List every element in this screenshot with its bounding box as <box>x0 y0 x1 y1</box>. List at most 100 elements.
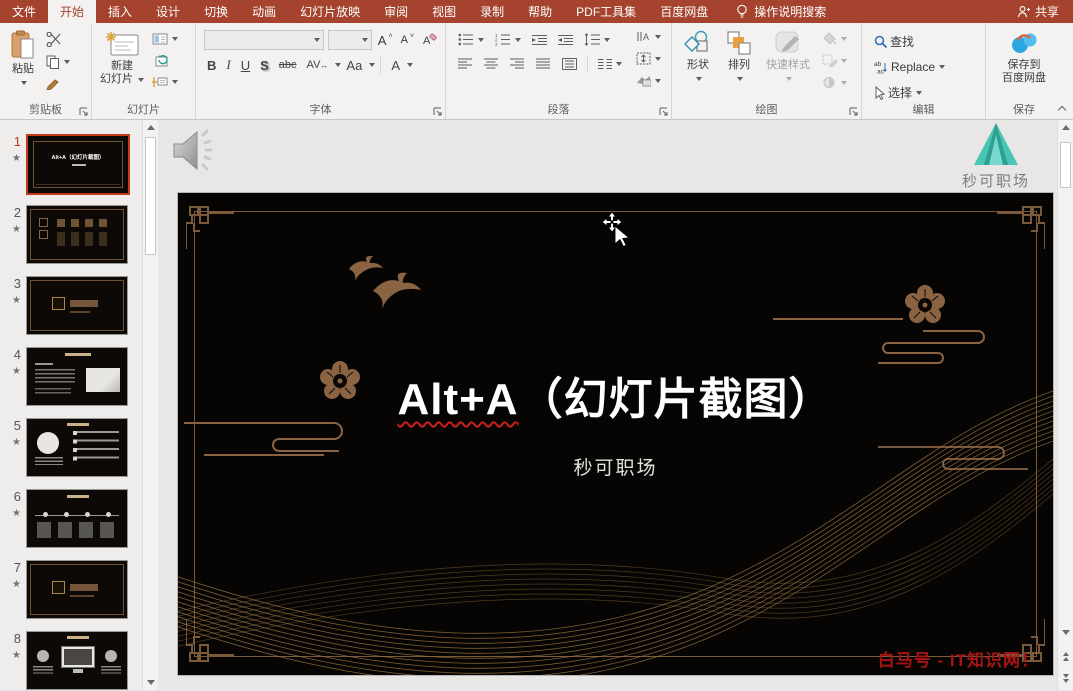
change-case-button[interactable]: Aa <box>341 57 367 74</box>
paragraph-dialog-launcher[interactable] <box>659 107 668 116</box>
scroll-up-button[interactable] <box>1058 120 1073 135</box>
previous-slide-button[interactable] <box>1058 649 1073 664</box>
slide-thumbnail-3[interactable]: 3★ <box>0 276 142 347</box>
text-shadow-button[interactable]: S <box>255 57 274 74</box>
thumbnail-preview[interactable] <box>26 489 128 548</box>
thumbnail-scroll-down-button[interactable] <box>143 675 159 690</box>
copy-button[interactable] <box>44 53 72 71</box>
tab-animations[interactable]: 动画 <box>240 0 288 23</box>
save-to-baidu-netdisk-button[interactable]: 保存到百度网盘 <box>986 27 1062 88</box>
columns-button[interactable] <box>596 56 624 72</box>
scroll-down-button[interactable] <box>1058 625 1073 640</box>
font-color-button[interactable]: A <box>386 57 405 74</box>
paste-dropdown-icon[interactable] <box>21 81 27 85</box>
font-name-select[interactable] <box>204 30 324 50</box>
thumbnail-preview[interactable] <box>26 418 128 477</box>
tab-record[interactable]: 录制 <box>468 0 516 23</box>
scroll-thumb[interactable] <box>1060 142 1071 188</box>
tab-home[interactable]: 开始 <box>48 0 96 23</box>
decrease-indent-button[interactable] <box>530 32 549 48</box>
clipboard-dialog-launcher[interactable] <box>79 107 88 116</box>
tab-view[interactable]: 视图 <box>420 0 468 23</box>
tab-help[interactable]: 帮助 <box>516 0 564 23</box>
numbering-button[interactable]: 123 <box>493 31 523 48</box>
italic-button[interactable]: I <box>221 56 235 74</box>
slide-editing-area[interactable]: Alt+A（幻灯片截图） 秒可职场 白马号 - IT知识网！ <box>178 193 1053 675</box>
decrease-font-size-button[interactable]: A˅ <box>399 32 416 48</box>
share-button[interactable]: 共享 <box>1003 0 1073 23</box>
format-painter-button[interactable] <box>44 75 72 92</box>
thumbnail-preview[interactable] <box>26 631 128 690</box>
cut-button[interactable] <box>44 30 72 49</box>
font-color-dropdown-icon[interactable] <box>407 63 413 67</box>
shapes-dropdown-icon[interactable] <box>696 77 702 81</box>
bullets-button[interactable] <box>456 31 486 48</box>
increase-indent-button[interactable] <box>556 32 575 48</box>
tab-transitions[interactable]: 切换 <box>192 0 240 23</box>
tell-me-search[interactable]: 操作说明搜索 <box>736 0 826 23</box>
slide-thumbnail-6[interactable]: 6★ <box>0 489 142 560</box>
bold-button[interactable]: B <box>202 57 221 74</box>
tab-review[interactable]: 审阅 <box>372 0 420 23</box>
align-center-button[interactable] <box>482 56 500 72</box>
justify-button[interactable] <box>534 56 552 72</box>
tab-baidu-netdisk[interactable]: 百度网盘 <box>648 0 720 23</box>
thumbnail-preview[interactable] <box>26 205 128 264</box>
align-right-button[interactable] <box>508 56 526 72</box>
distribute-text-button[interactable] <box>560 56 579 72</box>
slide-thumbnail-4[interactable]: 4★ <box>0 347 142 418</box>
replace-button[interactable]: abac Replace <box>872 58 985 76</box>
character-spacing-button[interactable]: AV↔ <box>302 58 334 72</box>
drawing-dialog-launcher[interactable] <box>849 107 858 116</box>
layout-button[interactable] <box>150 31 180 47</box>
find-button[interactable]: 查找 <box>872 31 985 52</box>
clear-formatting-button[interactable]: A <box>420 31 439 49</box>
slide-thumbnail-1[interactable]: 1★ Alt+A（幻灯片截图） <box>0 134 142 205</box>
slide-thumbnail-5[interactable]: 5★ <box>0 418 142 489</box>
quick-styles-button[interactable]: 快速样式 <box>762 27 814 88</box>
slide-thumbnail-2[interactable]: 2★ <box>0 205 142 276</box>
slide-thumbnail-8[interactable]: 8★ <box>0 631 142 691</box>
change-case-dropdown-icon[interactable] <box>369 63 375 67</box>
shape-fill-button[interactable] <box>820 30 849 47</box>
new-slide-dropdown-icon[interactable] <box>138 78 144 82</box>
shapes-button[interactable]: 形状 <box>680 27 716 88</box>
slide-subtitle[interactable]: 秒可职场 <box>178 453 1053 480</box>
underline-button[interactable]: U <box>236 57 255 74</box>
align-left-button[interactable] <box>456 56 474 72</box>
tab-design[interactable]: 设计 <box>144 0 192 23</box>
slide-title[interactable]: Alt+A（幻灯片截图） <box>178 363 1053 427</box>
thumbnail-preview[interactable]: Alt+A（幻灯片截图） <box>26 134 130 195</box>
thumbnail-scroll-thumb[interactable] <box>145 137 156 255</box>
slide-thumbnail-7[interactable]: 7★ <box>0 560 142 631</box>
arrange-dropdown-icon[interactable] <box>737 77 743 81</box>
vertical-scrollbar[interactable] <box>1057 120 1073 690</box>
tab-insert[interactable]: 插入 <box>96 0 144 23</box>
thumbnail-preview[interactable] <box>26 347 128 406</box>
paste-button[interactable]: 粘贴 <box>6 27 40 92</box>
tab-pdf-tools[interactable]: PDF工具集 <box>564 0 648 23</box>
arrange-button[interactable]: 排列 <box>722 27 756 88</box>
thumbnail-preview[interactable] <box>26 560 128 619</box>
shape-outline-button[interactable] <box>820 52 849 69</box>
select-button[interactable]: 选择 <box>872 82 985 103</box>
thumbnail-scrollbar[interactable] <box>142 120 158 690</box>
next-slide-button[interactable] <box>1058 671 1073 686</box>
new-slide-button[interactable]: 新建幻灯片 <box>96 28 148 89</box>
increase-font-size-button[interactable]: A˄ <box>376 31 395 50</box>
section-button[interactable] <box>150 74 180 90</box>
strikethrough-button[interactable]: abc <box>274 58 302 72</box>
reset-slide-button[interactable] <box>150 52 180 69</box>
thumbnail-preview[interactable] <box>26 276 128 335</box>
line-spacing-button[interactable] <box>582 31 612 48</box>
align-text-button[interactable] <box>634 50 663 67</box>
font-dialog-launcher[interactable] <box>433 107 442 116</box>
smartart-button[interactable] <box>634 72 663 89</box>
thumbnail-scroll-up-button[interactable] <box>143 120 159 135</box>
text-direction-button[interactable]: A <box>634 28 663 45</box>
tab-slideshow[interactable]: 幻灯片放映 <box>288 0 372 23</box>
shape-effects-button[interactable] <box>820 74 849 91</box>
audio-speaker-icon[interactable] <box>170 125 216 180</box>
tab-file[interactable]: 文件 <box>0 0 48 23</box>
font-size-select[interactable] <box>328 30 371 50</box>
